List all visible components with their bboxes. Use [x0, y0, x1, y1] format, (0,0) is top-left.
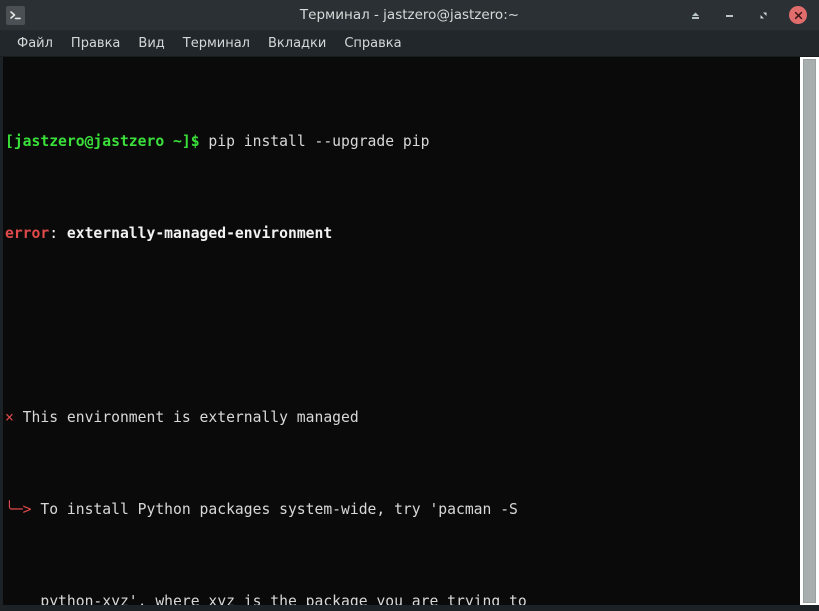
menu-item-tabs[interactable]: Вкладки: [259, 34, 335, 53]
terminal-window: Терминал - jastzero@jastzero:~ Файл Прав…: [0, 0, 819, 611]
error-cross-icon: ×: [5, 409, 14, 426]
terminal-prompt-icon: [6, 5, 25, 25]
menu-item-terminal[interactable]: Терминал: [174, 34, 259, 53]
command-text: pip install --upgrade pip: [199, 133, 430, 150]
titlebar[interactable]: Терминал - jastzero@jastzero:~: [0, 0, 819, 31]
error-colon: :: [49, 225, 67, 242]
maximize-icon[interactable]: [755, 7, 772, 24]
terminal-scrollbar[interactable]: [800, 57, 819, 605]
corner-arrow-icon: ╰─>: [5, 501, 32, 518]
error-name: externally-managed-environment: [66, 225, 333, 242]
menu-item-edit[interactable]: Правка: [62, 34, 129, 53]
menu-item-view[interactable]: Вид: [129, 34, 173, 53]
shade-icon[interactable]: [687, 7, 704, 24]
menu-item-help[interactable]: Справка: [335, 34, 410, 53]
shell-prompt: [jastzero@jastzero ~]$: [5, 133, 200, 150]
terminal-screen[interactable]: [jastzero@jastzero ~]$ pip install --upg…: [3, 57, 800, 605]
error-headline-line: × This environment is externally managed: [5, 406, 800, 429]
error-line: error: externally-managed-environment: [5, 222, 800, 245]
error-detail-line-0: ╰─> To install Python packages system-wi…: [5, 498, 800, 521]
error-detail-line-1: python-xyz', where xyz is the package yo…: [5, 593, 527, 605]
menubar: Файл Правка Вид Терминал Вкладки Справка: [0, 31, 819, 57]
minimize-icon[interactable]: [721, 7, 738, 24]
terminal-area[interactable]: [jastzero@jastzero ~]$ pip install --upg…: [0, 57, 819, 611]
error-detail-text: To install Python packages system-wide, …: [31, 501, 518, 518]
command-line: [jastzero@jastzero ~]$ pip install --upg…: [5, 130, 800, 153]
scrollbar-thumb[interactable]: [803, 59, 816, 603]
menu-item-file[interactable]: Файл: [8, 34, 62, 53]
close-icon[interactable]: [789, 6, 807, 24]
error-label: error: [5, 225, 50, 242]
window-controls: [687, 6, 819, 24]
error-headline: This environment is externally managed: [13, 409, 359, 426]
